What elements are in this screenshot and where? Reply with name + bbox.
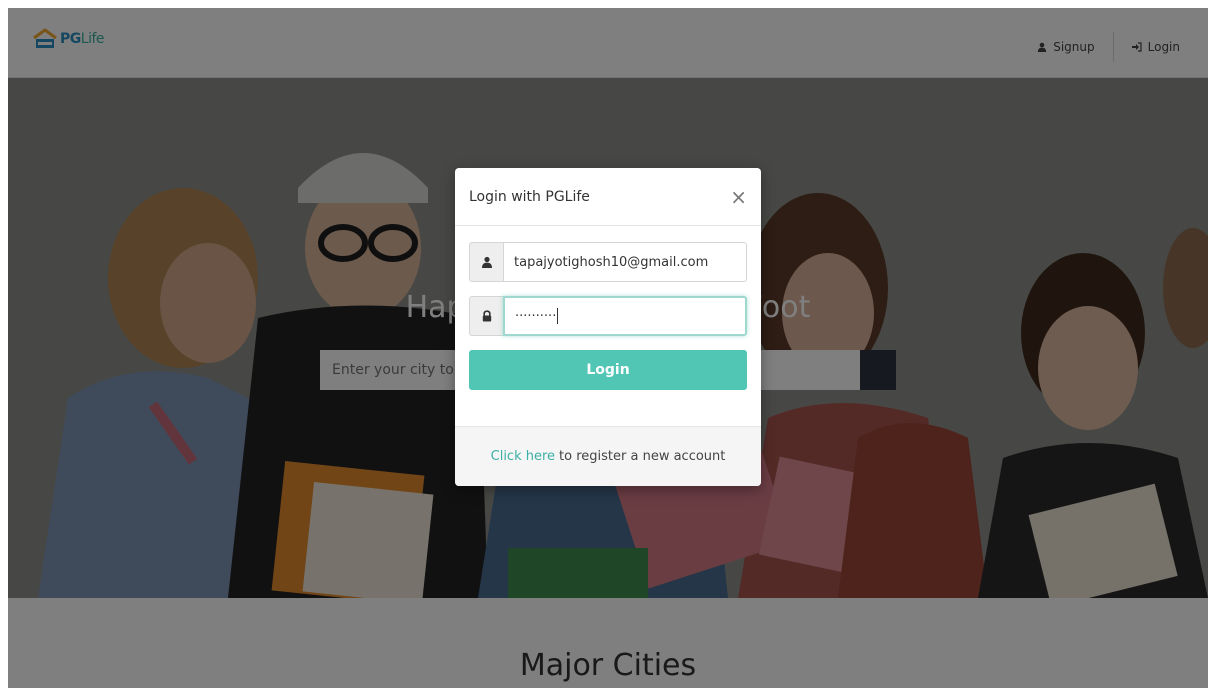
email-addon xyxy=(469,242,503,282)
lock-icon xyxy=(482,310,491,322)
page: PGLife Signup Login xyxy=(8,8,1208,688)
modal-header: Login with PGLife × xyxy=(455,168,761,226)
modal-title: Login with PGLife xyxy=(469,188,590,205)
email-field[interactable]: tapajyotighosh10@gmail.com xyxy=(503,242,747,282)
text-caret xyxy=(557,308,559,324)
modal-footer: Click here to register a new account xyxy=(455,426,761,486)
email-value: tapajyotighosh10@gmail.com xyxy=(514,254,709,270)
password-value: ·········· xyxy=(515,308,557,324)
register-link[interactable]: Click here xyxy=(491,449,555,464)
close-icon[interactable]: × xyxy=(730,187,747,207)
login-button[interactable]: Login xyxy=(469,350,747,390)
password-field[interactable]: ·········· xyxy=(503,296,747,336)
password-addon xyxy=(469,296,503,336)
login-modal: Login with PGLife × tapajyotighosh10@gma… xyxy=(455,168,761,486)
user-icon xyxy=(481,256,492,268)
modal-body: tapajyotighosh10@gmail.com ·········· Lo… xyxy=(455,226,761,390)
email-field-group: tapajyotighosh10@gmail.com xyxy=(469,242,747,282)
register-text: to register a new account xyxy=(559,449,726,464)
password-field-group: ·········· xyxy=(469,296,747,336)
